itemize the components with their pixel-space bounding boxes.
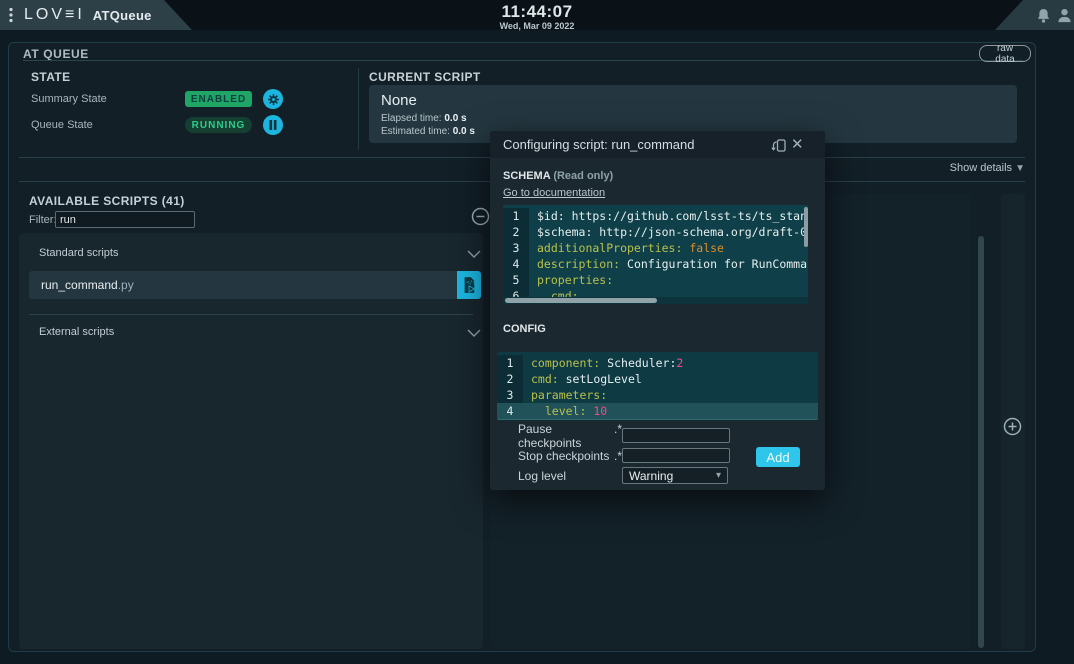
script-row[interactable]: run_command.py </> xyxy=(29,271,481,299)
select-caret-icon: ▾ xyxy=(716,470,721,481)
show-details-label: Show details xyxy=(950,162,1012,174)
show-details-caret-icon: ▼ xyxy=(1015,163,1025,174)
panel-title: AT QUEUE xyxy=(23,47,89,61)
code-line: 2cmd: setLogLevel xyxy=(497,371,818,387)
current-script-heading: CURRENT SCRIPT xyxy=(369,70,481,84)
code-line: 3parameters: xyxy=(497,387,818,403)
launch-script-button[interactable]: </> xyxy=(457,271,481,299)
external-scripts-group[interactable]: External scripts xyxy=(39,326,114,338)
log-level-label: Log level xyxy=(518,469,566,483)
configure-script-modal: Configuring script: run_command ✕ SCHEMA… xyxy=(490,131,825,490)
code-line: 1component: Scheduler:2 xyxy=(497,355,818,371)
detach-window-icon[interactable] xyxy=(770,138,787,153)
queue-scrollbar[interactable] xyxy=(978,236,984,648)
available-scripts-heading: AVAILABLE SCRIPTS (41) xyxy=(29,194,185,208)
chevron-down-icon[interactable] xyxy=(467,250,481,258)
script-launch-icon: </> xyxy=(462,276,476,294)
user-icon[interactable] xyxy=(1057,7,1072,24)
code-line: 1$id: https://github.com/lsst-ts/ts_stan… xyxy=(503,208,808,224)
log-level-select[interactable]: Warning ▾ xyxy=(622,467,728,484)
summary-state-gear-button[interactable] xyxy=(263,89,283,109)
queue-state-label: Queue State xyxy=(31,119,93,131)
collapse-scripts-button[interactable] xyxy=(471,207,490,231)
circle-minus-icon xyxy=(471,207,490,226)
log-level-label-wrap: Log level xyxy=(518,469,622,483)
stop-checkpoints-input[interactable] xyxy=(622,448,730,463)
pause-checkpoints-input[interactable] xyxy=(622,428,730,443)
elapsed-time-value: 0.0 s xyxy=(444,113,466,124)
pause-checkpoints-row: Pause checkpoints .* xyxy=(518,427,802,444)
current-script-name: None xyxy=(381,92,417,109)
schema-vscroll-thumb[interactable] xyxy=(804,207,808,247)
chevron-down-icon[interactable] xyxy=(467,329,481,337)
expand-scripts-button[interactable] xyxy=(1003,417,1022,441)
show-details-toggle[interactable]: Show details ▼ xyxy=(889,162,1025,174)
available-scripts-card: Standard scripts run_command.py </> Exte… xyxy=(19,233,483,649)
clock: 11:44:07 Wed, Mar 09 2022 xyxy=(500,2,575,31)
elapsed-time: Elapsed time: 0.0 s xyxy=(381,113,467,124)
summary-state-badge: ENABLED xyxy=(185,91,252,107)
queue-state-badge: RUNNING xyxy=(185,117,252,133)
script-extension: .py xyxy=(118,278,134,292)
schema-code-editor[interactable]: 1$id: https://github.com/lsst-ts/ts_stan… xyxy=(503,205,808,304)
script-name: run_command xyxy=(41,278,118,292)
filter-input[interactable] xyxy=(55,211,195,228)
clock-time: 11:44:07 xyxy=(500,2,575,22)
config-code-editor[interactable]: 1component: Scheduler:22cmd: setLogLevel… xyxy=(497,352,818,420)
notifications-bell-icon[interactable] xyxy=(1036,7,1051,24)
menu-dots-icon[interactable] xyxy=(8,7,14,23)
standard-scripts-group[interactable]: Standard scripts xyxy=(39,247,118,259)
schema-heading: SCHEMA (Read only) xyxy=(503,170,613,182)
config-heading: CONFIG xyxy=(503,323,546,335)
documentation-link[interactable]: Go to documentation xyxy=(503,187,605,199)
code-line: 3additionalProperties: false xyxy=(503,240,808,256)
state-heading: STATE xyxy=(31,70,71,84)
estimated-time-label: Estimated time: xyxy=(381,126,450,137)
panel-title-divider xyxy=(23,60,1023,61)
love-logo: LOV≡I xyxy=(24,6,85,24)
clock-date: Wed, Mar 09 2022 xyxy=(500,21,575,31)
queue-pause-button[interactable] xyxy=(263,115,283,135)
scripts-group-divider xyxy=(29,314,473,315)
close-icon[interactable]: ✕ xyxy=(791,135,804,153)
schema-readonly-note: (Read only) xyxy=(553,170,613,182)
log-level-row: Log level Warning ▾ xyxy=(518,467,802,484)
estimated-time: Estimated time: 0.0 s xyxy=(381,126,475,137)
stop-checkpoints-label: Stop checkpoints xyxy=(518,449,609,463)
code-line: 4 level: 10 xyxy=(497,403,818,420)
schema-heading-text: SCHEMA xyxy=(503,170,550,182)
pause-icon xyxy=(269,120,277,130)
header-left-tab: LOV≡I ATQueue xyxy=(0,0,192,30)
schema-hscroll-thumb[interactable] xyxy=(505,298,657,303)
state-script-divider xyxy=(358,68,359,150)
add-button[interactable]: Add xyxy=(756,447,800,467)
code-line: 5properties: xyxy=(503,272,808,288)
pause-checkpoints-label-wrap: Pause checkpoints .* xyxy=(518,422,622,450)
summary-state-label: Summary State xyxy=(31,93,107,105)
code-line: 2$schema: http://json-schema.org/draft-0… xyxy=(503,224,808,240)
love-atqueue-app: LOV≡I ATQueue 11:44:07 Wed, Mar 09 2022 … xyxy=(0,0,1074,664)
gear-icon xyxy=(267,93,280,106)
filter-label: Filter: xyxy=(29,214,57,226)
pause-checkpoints-label: Pause checkpoints xyxy=(518,422,614,450)
raw-data-button[interactable]: raw data xyxy=(979,45,1031,62)
estimated-time-value: 0.0 s xyxy=(453,126,475,137)
app-title: ATQueue xyxy=(93,8,152,23)
circle-plus-icon xyxy=(1003,417,1022,436)
code-line: 4description: Configuration for RunComma… xyxy=(503,256,808,272)
svg-text:</>: </> xyxy=(466,280,475,286)
stop-checkpoints-regex: .* xyxy=(614,449,622,463)
modal-title: Configuring script: run_command xyxy=(503,137,694,152)
stop-checkpoints-label-wrap: Stop checkpoints .* xyxy=(518,449,622,463)
log-level-value: Warning xyxy=(629,469,673,483)
elapsed-time-label: Elapsed time: xyxy=(381,113,442,124)
top-header-bar: LOV≡I ATQueue 11:44:07 Wed, Mar 09 2022 xyxy=(0,0,1074,30)
pause-checkpoints-regex: .* xyxy=(614,422,622,450)
